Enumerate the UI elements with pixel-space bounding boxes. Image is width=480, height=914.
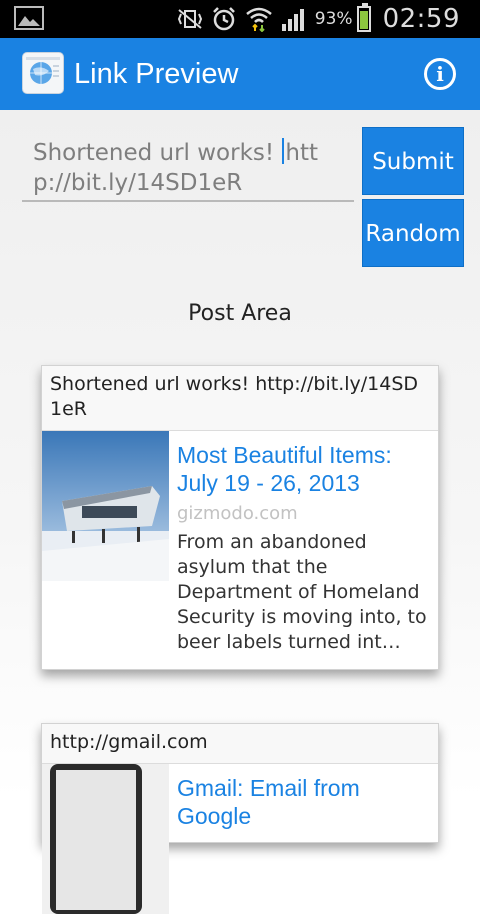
signal-icon xyxy=(281,7,307,31)
submit-button[interactable]: Submit xyxy=(362,127,464,195)
link-preview[interactable]: Gmail: Email from Google xyxy=(42,764,438,914)
post-text: http://gmail.com xyxy=(42,724,438,764)
status-bar: 93% 02:59 xyxy=(0,0,480,38)
app-title: Link Preview xyxy=(74,58,239,90)
preview-domain: gizmodo.com xyxy=(177,503,298,524)
battery-icon xyxy=(356,3,371,32)
clock: 02:59 xyxy=(382,4,460,34)
preview-text: Gmail: Email from Google xyxy=(177,764,438,830)
status-icons: 93% 02:59 xyxy=(177,0,480,38)
alarm-icon xyxy=(211,6,237,32)
post-card: http://gmail.com Gmail: Email from Googl… xyxy=(41,723,439,914)
info-icon[interactable]: i xyxy=(424,58,456,90)
preview-title[interactable]: Gmail: Email from Google xyxy=(177,774,432,830)
link-preview[interactable]: Most Beautiful Items: July 19 - 26, 2013… xyxy=(42,431,438,655)
preview-thumbnail xyxy=(42,431,169,581)
gallery-notification-icon xyxy=(14,6,44,30)
post-area-title: Post Area xyxy=(188,301,292,326)
preview-thumbnail xyxy=(42,764,169,914)
main-content: Shortened url works! http://bit.ly/14SD1… xyxy=(0,110,480,914)
preview-description: From an abandoned asylum that the Depart… xyxy=(177,531,427,653)
preview-title[interactable]: Most Beautiful Items: July 19 - 26, 2013 xyxy=(177,441,432,497)
post-text: Shortened url works! http://bit.ly/14SD1… xyxy=(42,366,438,431)
preview-text: Most Beautiful Items: July 19 - 26, 2013… xyxy=(177,431,438,655)
battery-percent: 93% xyxy=(314,9,353,29)
app-logo-icon xyxy=(22,52,64,94)
url-input[interactable]: Shortened url works! http://bit.ly/14SD1… xyxy=(22,138,354,202)
wifi-icon xyxy=(245,6,273,32)
vibrate-mute-icon xyxy=(177,8,203,30)
post-card: Shortened url works! http://bit.ly/14SD1… xyxy=(41,365,439,670)
url-input-text-before-cursor: Shortened url works! xyxy=(33,140,282,166)
action-bar: Link Preview i xyxy=(0,38,480,110)
random-button[interactable]: Random xyxy=(362,199,464,267)
